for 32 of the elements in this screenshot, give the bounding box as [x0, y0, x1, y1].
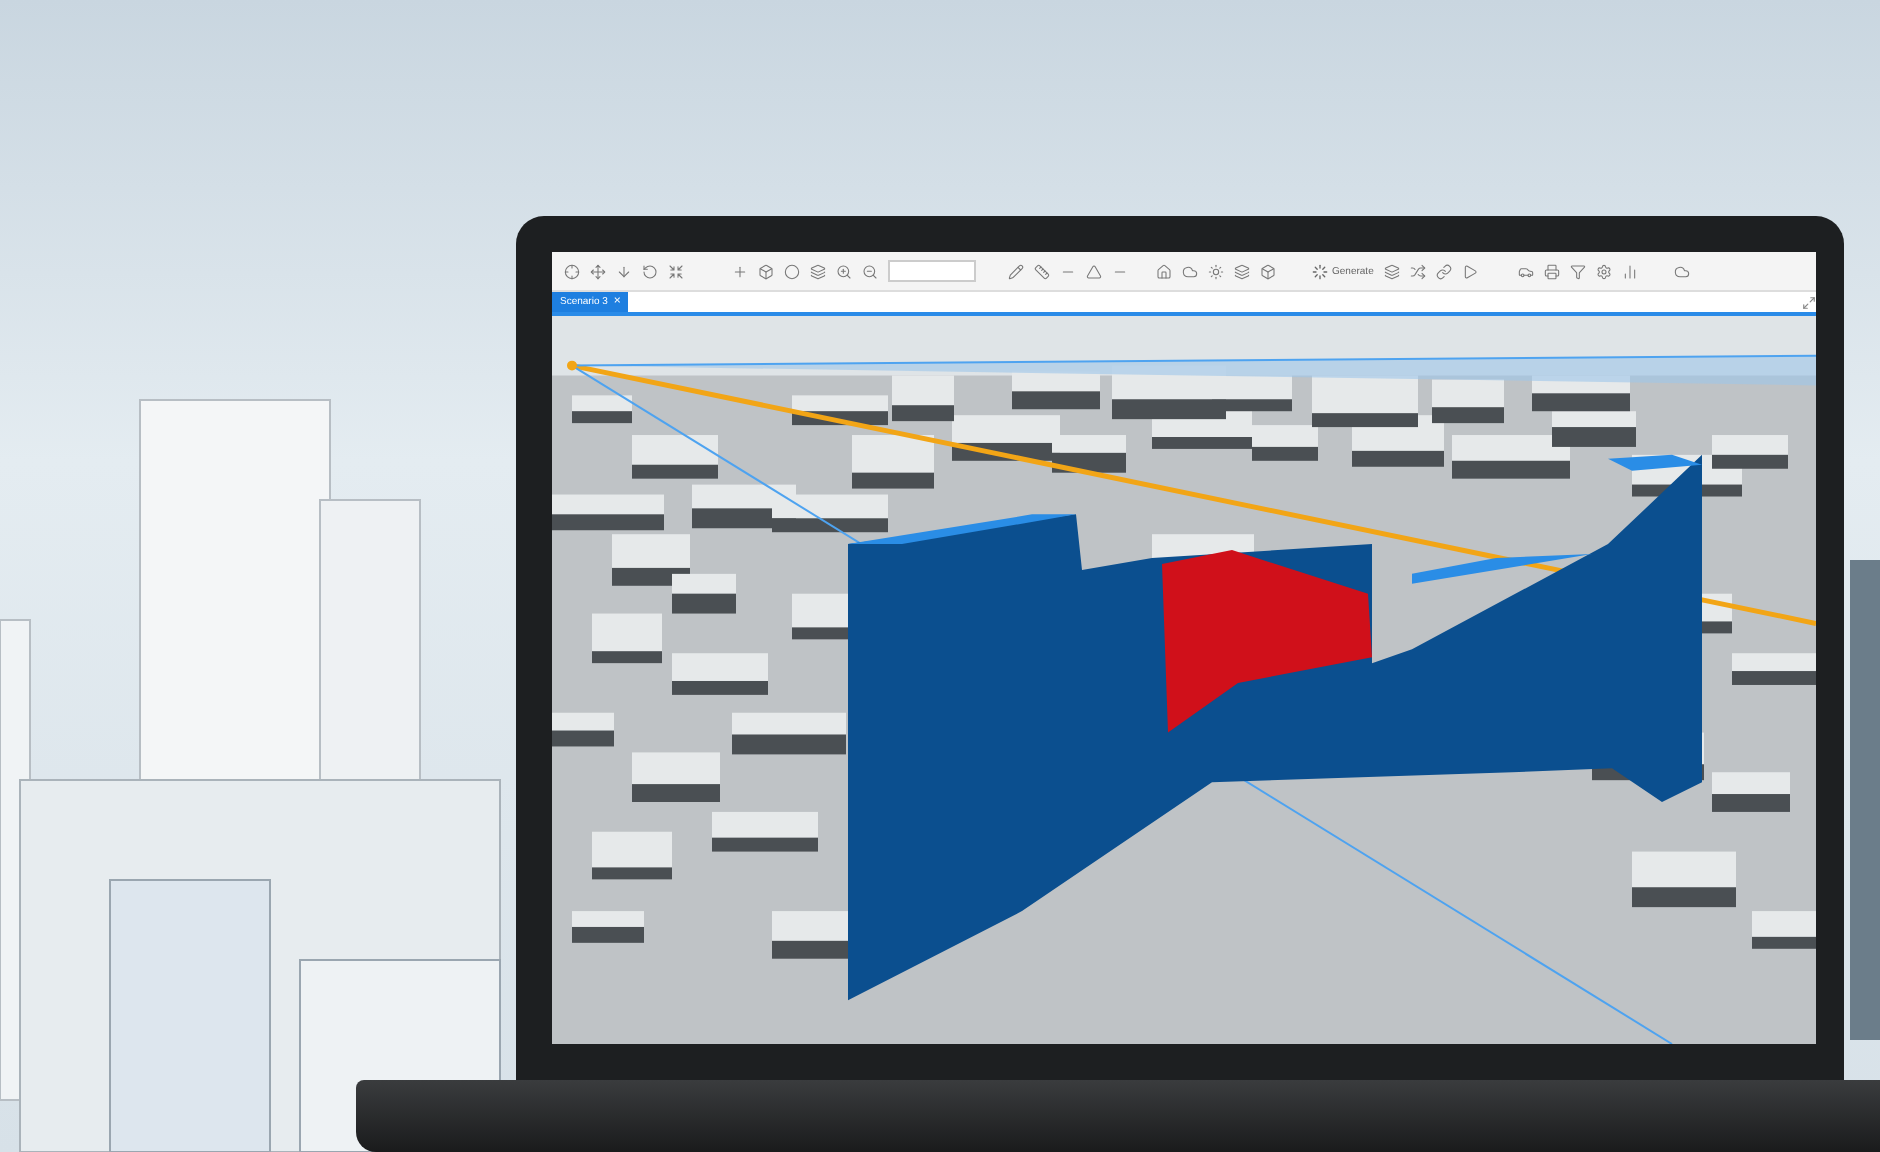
circle-icon[interactable] — [784, 263, 800, 279]
shuffle-icon[interactable] — [1409, 263, 1426, 279]
settings-icon[interactable] — [1595, 263, 1612, 279]
move-icon[interactable] — [590, 263, 606, 279]
down-arrow-icon[interactable] — [616, 263, 632, 279]
zoom-out-icon[interactable] — [862, 263, 878, 279]
printer-icon[interactable] — [1543, 263, 1560, 279]
cube-icon[interactable] — [1260, 263, 1276, 279]
layers-icon[interactable] — [810, 263, 826, 279]
cube-icon[interactable] — [758, 263, 774, 279]
play-icon[interactable] — [1461, 263, 1478, 279]
crosshair-icon[interactable] — [564, 263, 580, 279]
car-icon[interactable] — [1517, 263, 1534, 279]
rotate-icon[interactable] — [642, 263, 658, 279]
layers-icon[interactable] — [1383, 263, 1400, 279]
triangle-icon[interactable] — [1086, 263, 1102, 279]
ruler-icon[interactable] — [1034, 263, 1050, 279]
house-icon[interactable] — [1156, 263, 1172, 279]
link-icon[interactable] — [1435, 263, 1452, 279]
search-field[interactable] — [888, 260, 976, 282]
layers-icon[interactable] — [1234, 263, 1250, 279]
shrink-icon[interactable] — [668, 263, 684, 279]
expand-icon[interactable] — [1802, 295, 1816, 309]
spinner-icon — [1312, 263, 1328, 279]
sun-icon[interactable] — [1208, 263, 1224, 279]
plus-icon[interactable] — [732, 263, 748, 279]
zoom-in-icon[interactable] — [836, 263, 852, 279]
filter-icon[interactable] — [1569, 263, 1586, 279]
cloud-icon[interactable] — [1182, 263, 1198, 279]
bar-chart-icon[interactable] — [1621, 263, 1638, 279]
pencil-icon[interactable] — [1008, 263, 1024, 279]
cloud-icon[interactable] — [1673, 263, 1690, 279]
